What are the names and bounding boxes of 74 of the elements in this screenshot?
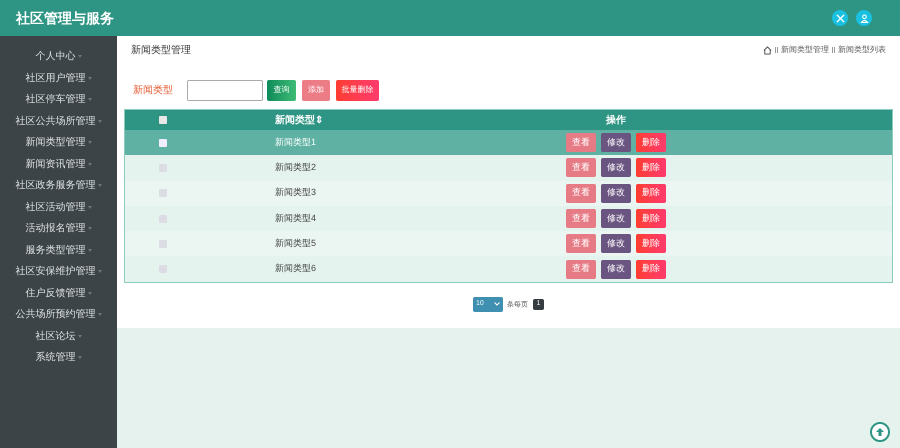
breadcrumb-item[interactable]: 新闻类型列表 xyxy=(838,44,886,56)
table-cell: 新闻类型2 xyxy=(275,162,316,172)
sidebar-item[interactable]: 社区公共场所管理 xyxy=(16,114,96,129)
caret-icon xyxy=(78,356,82,360)
table-cell: 新闻类型4 xyxy=(275,212,316,223)
search-field[interactable] xyxy=(187,80,263,100)
table-row[interactable]: 新闻类型4 查看 修改 删除 xyxy=(125,206,892,232)
edit-button[interactable]: 修改 xyxy=(601,158,631,178)
caret-icon xyxy=(88,248,92,252)
table-cell: 新闻类型1 xyxy=(275,136,316,147)
arrow-up-icon[interactable] xyxy=(870,422,890,442)
sidebar-item[interactable]: 活动报名管理 xyxy=(26,221,86,236)
table-row[interactable]: 新闻类型2 查看 修改 删除 xyxy=(125,155,892,181)
edit-button[interactable]: 修改 xyxy=(601,133,631,152)
caret-icon xyxy=(78,334,82,338)
delete-button[interactable]: 删除 xyxy=(636,133,666,152)
sidebar-item[interactable]: 住户反馈管理 xyxy=(26,286,86,301)
caret-icon xyxy=(98,184,102,188)
separator-icon xyxy=(775,47,778,53)
caret-icon xyxy=(88,162,92,166)
column-header: 操作 xyxy=(606,114,626,128)
sidebar-item[interactable]: 社区政务服务管理 xyxy=(16,178,96,194)
sidebar-item[interactable]: 公共场所预约管理 xyxy=(16,307,96,322)
app-title: 社区管理与服务 xyxy=(16,8,114,28)
caret-icon xyxy=(98,313,102,316)
sidebar-item[interactable]: 新闻类型管理 xyxy=(26,135,86,150)
table-cell: 新闻类型5 xyxy=(275,238,316,248)
sidebar-item[interactable]: 服务类型管理 xyxy=(26,242,86,258)
delete-button[interactable]: 删除 xyxy=(636,184,666,203)
table-cell: 新闻类型3 xyxy=(275,187,316,198)
user-icon[interactable] xyxy=(856,10,872,26)
delete-button[interactable]: 删除 xyxy=(636,234,666,254)
sidebar-item[interactable]: 社区用户管理 xyxy=(26,70,86,86)
edit-button[interactable]: 修改 xyxy=(601,234,631,254)
row-checkbox[interactable] xyxy=(158,189,166,198)
delete-button[interactable]: 删除 xyxy=(636,209,666,228)
page-title: 新闻类型管理 xyxy=(131,44,191,58)
edit-button[interactable]: 修改 xyxy=(601,184,631,203)
query-button[interactable]: 查询 xyxy=(267,80,296,100)
caret-icon xyxy=(88,141,92,144)
row-checkbox[interactable] xyxy=(158,138,166,147)
sidebar-item[interactable]: 个人中心 xyxy=(36,49,76,64)
caret-icon xyxy=(88,76,92,80)
sidebar-item[interactable]: 新闻资讯管理 xyxy=(26,156,86,172)
caret-icon xyxy=(88,206,92,209)
caret-icon xyxy=(98,270,102,274)
sidebar-item[interactable]: 系统管理 xyxy=(36,350,76,366)
caret-icon xyxy=(78,55,82,58)
table-row[interactable]: 新闻类型6 查看 修改 删除 xyxy=(125,256,892,282)
sidebar-item[interactable]: 社区停车管理 xyxy=(26,92,86,108)
chevron-down-icon xyxy=(494,302,500,306)
edit-button[interactable]: 修改 xyxy=(601,260,631,279)
table-row[interactable]: 新闻类型3 查看 修改 删除 xyxy=(125,180,892,206)
separator-icon xyxy=(832,47,835,53)
home-icon xyxy=(763,46,772,54)
caret-icon xyxy=(88,292,92,295)
table-row[interactable]: 新闻类型5 查看 修改 删除 xyxy=(125,231,892,256)
caret-icon xyxy=(98,120,102,123)
row-checkbox[interactable] xyxy=(158,240,166,248)
edit-button[interactable]: 修改 xyxy=(601,209,631,228)
column-header[interactable]: 新闻类型⇕ xyxy=(200,114,323,126)
sidebar-item[interactable]: 社区活动管理 xyxy=(26,200,86,215)
table-cell: 新闻类型6 xyxy=(275,263,316,274)
batch-delete-button[interactable]: 批量删除 xyxy=(336,80,379,100)
select-all-checkbox[interactable] xyxy=(158,116,166,124)
sidebar-item[interactable]: 社区论坛 xyxy=(36,328,76,344)
delete-button[interactable]: 删除 xyxy=(636,158,666,178)
delete-button[interactable]: 删除 xyxy=(636,260,666,279)
search-label: 新闻类型 xyxy=(133,84,174,98)
caret-icon xyxy=(88,227,92,230)
table-row[interactable]: 新闻类型1 查看 修改 删除 xyxy=(125,130,892,156)
breadcrumb-item[interactable]: 新闻类型管理 xyxy=(781,44,829,56)
sidebar-item[interactable]: 社区安保维护管理 xyxy=(16,264,96,280)
caret-icon xyxy=(88,98,92,102)
